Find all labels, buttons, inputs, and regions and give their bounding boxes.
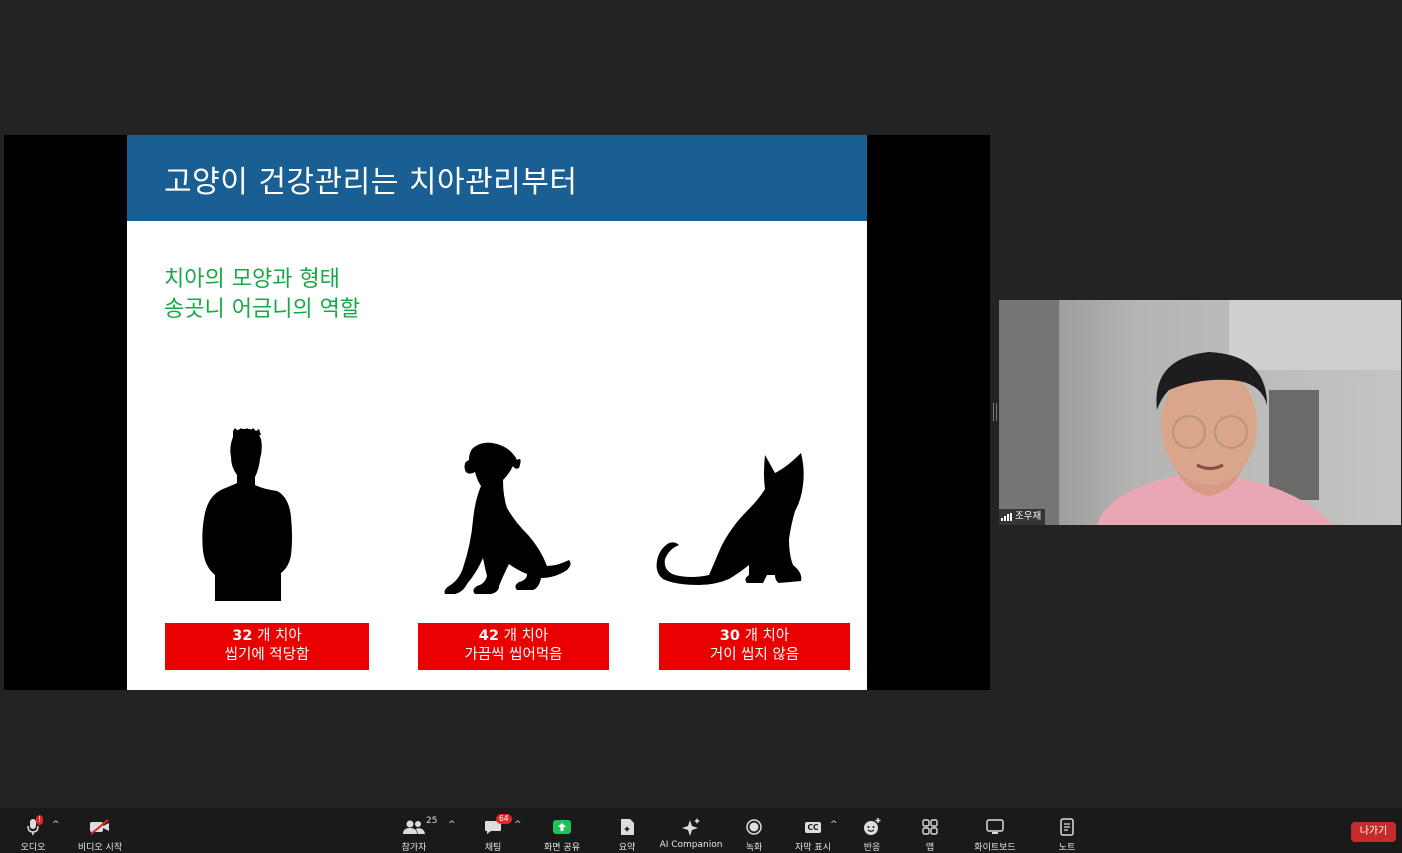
reactions-label: 반응 (863, 843, 881, 853)
teeth-description: 씹기에 적당함 (224, 647, 310, 663)
share-screen-label: 화면 공유 (544, 843, 580, 853)
human-teeth-card: 32 개 치아 씹기에 적당함 (165, 623, 369, 670)
teeth-description: 가끔씩 씹어먹음 (464, 647, 563, 663)
ai-companion-label: AI Companion (659, 840, 723, 850)
chat-unread-badge: 64 (496, 814, 512, 824)
dog-silhouette-icon (444, 442, 571, 594)
summary-label: 요약 (618, 843, 636, 853)
microphone-icon: ! (22, 815, 44, 837)
subtitle-line: 송곳니 어금니의 역할 (164, 297, 361, 322)
record-label: 녹화 (745, 843, 763, 853)
participants-label: 참가자 (401, 843, 427, 853)
teeth-unit: 개 치아 (739, 628, 790, 644)
teeth-unit: 개 치아 (252, 628, 302, 644)
chat-button[interactable]: 64 채팅 (478, 808, 512, 853)
chat-icon: 64 (482, 814, 512, 837)
apps-button[interactable]: 앱 (918, 808, 942, 853)
dog-teeth-card: 42 개 치아 가끔씩 씹어먹음 (418, 623, 609, 670)
share-screen-icon (551, 817, 573, 837)
whiteboard-icon (984, 817, 1006, 837)
slide-header: 고양이 건강관리는 치아관리부터 (127, 135, 867, 221)
start-video-label: 비디오 시작 (77, 843, 123, 853)
record-button[interactable]: 녹화 (740, 808, 768, 853)
ai-companion-button[interactable]: AI Companion (660, 808, 722, 853)
captions-label: 자막 표시 (795, 843, 831, 853)
cc-icon: CC (802, 817, 824, 837)
notes-icon (1056, 817, 1078, 837)
cat-teeth-card: 30 개 치아 거이 씹지 않음 (659, 623, 850, 670)
ai-sparkle-icon (680, 817, 702, 837)
reaction-icon (861, 817, 883, 837)
teeth-count: 32 (232, 628, 253, 644)
audio-button[interactable]: ! 오디오 (16, 808, 50, 853)
meeting-toolbar: ! 오디오 ^ 비디오 시작 25 참가자 ^ 64 채팅 ^ 화면 공유 요약… (0, 808, 1402, 853)
captions-options-caret-icon[interactable]: ^ (830, 820, 838, 830)
start-video-button[interactable]: 비디오 시작 (74, 808, 126, 853)
human-silhouette-icon (202, 428, 292, 601)
notes-label: 노트 (1058, 843, 1076, 853)
chat-options-caret-icon[interactable]: ^ (514, 820, 522, 830)
notes-button[interactable]: 노트 (1054, 808, 1080, 853)
signal-strength-icon (1001, 513, 1012, 521)
presentation-slide: 고양이 건강관리는 치아관리부터 치아의 모양과 형태 송곳니 어금니의 역할 … (127, 135, 867, 690)
share-screen-button[interactable]: 화면 공유 (540, 808, 584, 853)
slide-subtitles: 치아의 모양과 형태 송곳니 어금니의 역할 (164, 265, 360, 325)
audio-label: 오디오 (20, 843, 46, 853)
video-off-icon (89, 817, 111, 837)
captions-button[interactable]: CC 자막 표시 (792, 808, 834, 853)
apps-label: 앱 (925, 843, 935, 853)
reactions-button[interactable]: 반응 (858, 808, 886, 853)
teeth-count: 42 (478, 628, 499, 644)
teeth-unit: 개 치아 (498, 628, 549, 644)
participant-name: 조우재 (1015, 511, 1042, 522)
chat-label: 채팅 (484, 843, 502, 853)
participants-icon: 25 (396, 816, 437, 837)
slide-title: 고양이 건강관리는 치아관리부터 (164, 165, 578, 200)
teeth-description: 거이 씹지 않음 (709, 647, 800, 663)
apps-icon (919, 817, 941, 837)
participant-name-tag: 조우재 (999, 509, 1046, 525)
participants-options-caret-icon[interactable]: ^ (448, 820, 456, 830)
participants-button[interactable]: 25 참가자 (394, 808, 438, 853)
participant-video-tile[interactable]: 조우재 (999, 300, 1401, 525)
audio-options-caret-icon[interactable]: ^ (52, 820, 60, 830)
whiteboard-button[interactable]: 화이트보드 (968, 808, 1022, 853)
whiteboard-label: 화이트보드 (974, 843, 1016, 853)
summary-icon (616, 817, 638, 837)
audio-warning-badge: ! (36, 815, 44, 825)
panel-resize-handle[interactable] (993, 403, 997, 421)
video-feed-image (999, 300, 1401, 525)
teeth-count: 30 (719, 628, 740, 644)
subtitle-line: 치아의 모양과 형태 (164, 267, 340, 292)
participants-count: 25 (426, 816, 438, 826)
leave-meeting-button[interactable]: 나가기 (1351, 822, 1396, 842)
record-icon (743, 817, 765, 837)
cat-silhouette-icon (656, 453, 804, 585)
cc-icon-text: CC (805, 821, 821, 833)
shared-screen: 고양이 건강관리는 치아관리부터 치아의 모양과 형태 송곳니 어금니의 역할 … (4, 135, 990, 690)
summary-button[interactable]: 요약 (612, 808, 642, 853)
